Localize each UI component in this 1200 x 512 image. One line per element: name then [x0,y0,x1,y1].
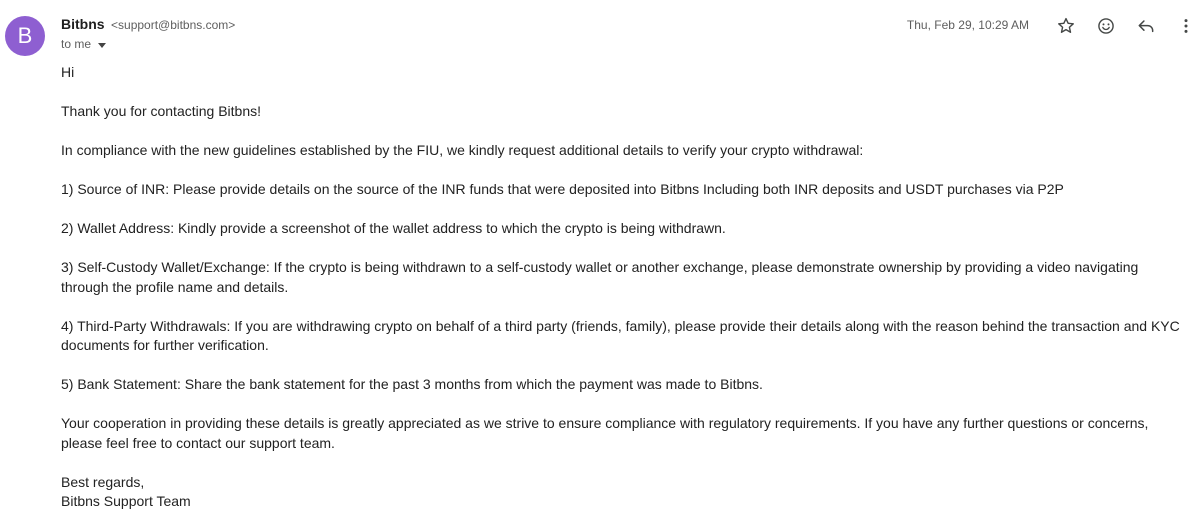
sender-name[interactable]: Bitbns [61,16,105,32]
recipient-details-toggle[interactable]: to me [61,37,107,51]
greeting: Hi [61,64,75,80]
more-vert-icon [1184,19,1188,33]
emoji-icon [1098,18,1114,34]
request-item-wallet-address: 2) Wallet Address: Kindly provide a scre… [61,220,726,236]
recipient-label: to me [61,37,92,51]
add-reaction-button[interactable] [1092,12,1120,40]
sender-email: <support@bitbns.com> [111,18,236,32]
star-button[interactable] [1052,12,1080,40]
request-item-bank-statement: 5) Bank Statement: Share the bank statem… [61,376,763,392]
reply-button[interactable] [1132,12,1160,40]
sender-avatar[interactable]: B [5,16,45,56]
request-item-source-of-inr: 1) Source of INR: Please provide details… [61,181,1064,197]
thanks-line: Thank you for contacting Bitbns! [61,103,261,119]
sender-line: Bitbns <support@bitbns.com> [61,16,235,34]
more-options-button[interactable] [1172,12,1200,40]
message-body: Hi Thank you for contacting Bitbns! In c… [61,63,1186,512]
message-toolbar [1052,12,1200,40]
intro-paragraph: In compliance with the new guidelines es… [61,142,864,158]
request-item-third-party: 4) Third-Party Withdrawals: If you are w… [61,317,1180,354]
star-icon [1058,17,1074,33]
signoff: Best regards, [61,473,145,490]
chevron-down-icon[interactable] [98,42,107,48]
request-item-self-custody: 3) Self-Custody Wallet/Exchange: If the … [61,259,1139,295]
signature: Bitbns Support Team [61,493,191,509]
message-timestamp: Thu, Feb 29, 10:29 AM [906,18,1029,32]
closing-paragraph: Your cooperation in providing these deta… [61,415,1149,451]
reply-icon [1138,20,1154,33]
